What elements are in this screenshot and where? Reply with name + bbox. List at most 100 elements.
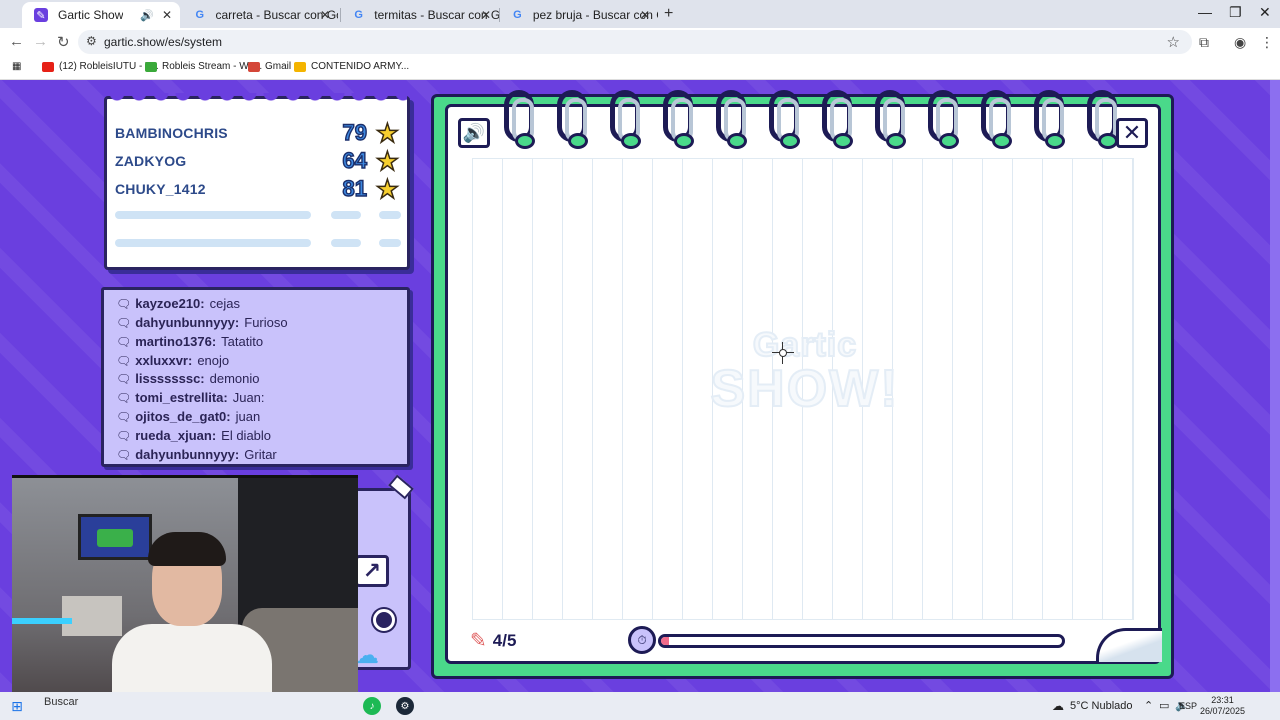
empty-player-slot — [115, 211, 311, 219]
network-icon[interactable]: ▭ — [1159, 699, 1169, 712]
steam-icon[interactable]: ⚙ — [396, 697, 414, 715]
chat-user: kayzoe210: — [135, 296, 205, 311]
gartic-favicon-icon: ✎ — [34, 8, 48, 22]
chat-message: 🗨 kayzoe210: cejas — [116, 296, 240, 311]
chat-bubble-icon: 🗨 — [116, 447, 132, 462]
sound-toggle-button[interactable]: 🔊 — [458, 118, 490, 148]
round-text: 4/5 — [492, 630, 517, 650]
windows-taskbar: ⊞ Buscar ♪ ⚙ ☁ 5°C Nublado ⌃ ▭ 🔉 ESP 23:… — [0, 692, 1280, 720]
chat-text: enojo — [197, 353, 230, 368]
chat-bubble-icon: 🗨 — [116, 315, 132, 330]
chat-bubble-icon: 🗨 — [116, 334, 132, 349]
taskbar-clock[interactable]: 23:31 26/07/2025 — [1200, 695, 1245, 717]
tab-termitas[interactable]: G termitas - Buscar con Google ✕ — [341, 2, 499, 28]
chat-user: rueda_xjuan: — [135, 428, 217, 443]
webcam-overlay — [12, 475, 358, 692]
language-indicator[interactable]: ESP — [1179, 701, 1197, 711]
restore-icon[interactable]: ❐ — [1229, 4, 1242, 21]
brush-size-icon[interactable] — [373, 609, 395, 631]
reload-icon[interactable]: ↻ — [57, 33, 70, 51]
new-tab-icon[interactable]: + — [664, 5, 673, 23]
weather-widget[interactable]: ☁ 5°C Nublado — [1052, 699, 1133, 713]
bookmarks-bar: ▦ (12) RobleisIUTU - Y... Robleis Stream… — [0, 56, 1280, 80]
chat-text: demonio — [209, 371, 260, 386]
chat-text: cejas — [209, 296, 240, 311]
chat-user: martino1376: — [135, 334, 217, 349]
close-tab-icon[interactable]: ✕ — [640, 8, 650, 22]
spiral-ring — [822, 90, 853, 149]
empty-player-slot — [115, 239, 311, 247]
address-bar[interactable]: ⚙ gartic.show/es/system ☆ — [78, 30, 1192, 54]
bookmark-label: CONTENIDO ARMY... — [311, 61, 410, 72]
timer-bar — [658, 634, 1065, 648]
url-text: gartic.show/es/system — [104, 35, 223, 49]
tab-title: Gartic Show — [58, 8, 124, 22]
bookmark-robleis-stream[interactable]: Robleis Stream - Wa... — [145, 61, 262, 72]
weather-text: 5°C Nublado — [1070, 700, 1133, 712]
round-counter: ✎ 4/5 — [470, 628, 516, 653]
bookmark-youtube[interactable]: (12) RobleisIUTU - Y... — [42, 61, 159, 72]
bookmark-contenido-army[interactable]: CONTENIDO ARMY... — [294, 61, 409, 72]
google-favicon-icon: G — [195, 9, 204, 21]
chat-message: 🗨 dahyunbunnyyy: Gritar — [116, 447, 277, 462]
chat-message: 🗨 dahyunbunnyyy: Furioso — [116, 315, 288, 330]
chat-text: El diablo — [221, 428, 272, 443]
tab-gartic-show[interactable]: ✎ Gartic Show 🔊 ✕ — [22, 2, 180, 28]
google-favicon-icon: G — [513, 9, 522, 21]
tray-chevron-icon[interactable]: ⌃ — [1144, 699, 1153, 712]
spiral-ring — [663, 90, 694, 149]
spiral-ring — [1087, 90, 1118, 149]
speaker-icon[interactable]: 🔊 — [140, 9, 154, 22]
crosshair-cursor-icon — [772, 342, 794, 364]
chat-text: Tatatito — [221, 334, 264, 349]
empty-player-slot — [331, 239, 361, 247]
chat-text: Furioso — [244, 315, 288, 330]
pencil-icon: ✎ — [470, 630, 487, 652]
minimize-icon[interactable]: — — [1198, 4, 1212, 20]
close-tab-icon[interactable]: ✕ — [320, 8, 330, 22]
back-icon[interactable]: ← — [9, 33, 24, 50]
chat-message: 🗨 ojitos_de_gat0: juan — [116, 409, 260, 424]
close-window-icon[interactable]: ✕ — [1259, 4, 1271, 21]
cloud-icon: ☁ — [1052, 699, 1064, 713]
site-info-icon[interactable]: ⚙ — [86, 34, 97, 48]
apps-icon[interactable]: ▦ — [12, 61, 21, 72]
tab-strip: ✎ Gartic Show 🔊 ✕ G carreta - Buscar con… — [0, 0, 1280, 28]
drawing-tools-panel: ↗ ☁ — [355, 488, 411, 670]
chat-panel: 🗨 kayzoe210: cejas 🗨 dahyunbunnyyy: Furioso … — [101, 287, 410, 467]
player-row: CHUKY_1412 81 ★ — [115, 173, 405, 205]
streamer — [112, 532, 272, 692]
palette-icon[interactable]: ☁ — [355, 641, 391, 669]
bookmark-star-icon[interactable]: ☆ — [1167, 33, 1180, 51]
chat-text: juan — [235, 409, 261, 424]
tab-pez-bruja[interactable]: G pez bruja - Buscar con Google ✕ — [500, 2, 658, 28]
empty-player-slot — [379, 239, 401, 247]
chat-user: lisssssssc: — [135, 371, 205, 386]
forward-icon[interactable]: → — [33, 33, 48, 50]
taskbar-search[interactable]: Buscar — [44, 696, 78, 708]
close-game-button[interactable]: ✕ — [1116, 118, 1148, 148]
bookmark-gmail[interactable]: Gmail — [248, 61, 291, 72]
spiral-ring — [557, 90, 588, 149]
start-icon[interactable]: ⊞ — [8, 697, 26, 715]
chat-bubble-icon: 🗨 — [116, 428, 132, 443]
browser-toolbar: ← → ↻ ⚙ gartic.show/es/system ☆ ⧉ ◉ ⋮ — [0, 28, 1280, 56]
bookmark-label: Gmail — [265, 61, 292, 72]
player-name: ZADKYOG — [115, 153, 187, 169]
chat-message: 🗨 tomi_estrellita: Juan: — [116, 390, 265, 405]
gmail-icon — [248, 61, 260, 72]
chat-bubble-icon: 🗨 — [116, 409, 132, 424]
menu-icon[interactable]: ⋮ — [1260, 34, 1274, 51]
chat-user: dahyunbunnyyy: — [135, 315, 240, 330]
close-tab-icon[interactable]: ✕ — [481, 8, 491, 22]
player-score: 79 — [342, 119, 368, 145]
share-arrow-icon[interactable]: ↗ — [355, 555, 389, 587]
tab-carreta[interactable]: G carreta - Buscar con Google ✕ — [182, 2, 338, 28]
spotify-icon[interactable]: ♪ — [363, 697, 381, 715]
stream-icon — [145, 61, 157, 72]
profile-icon[interactable]: ◉ — [1234, 34, 1246, 51]
spiral-ring — [716, 90, 747, 149]
extensions-icon[interactable]: ⧉ — [1199, 34, 1209, 51]
close-tab-icon[interactable]: ✕ — [162, 8, 172, 22]
player-name: BAMBINOCHRIS — [115, 125, 228, 141]
